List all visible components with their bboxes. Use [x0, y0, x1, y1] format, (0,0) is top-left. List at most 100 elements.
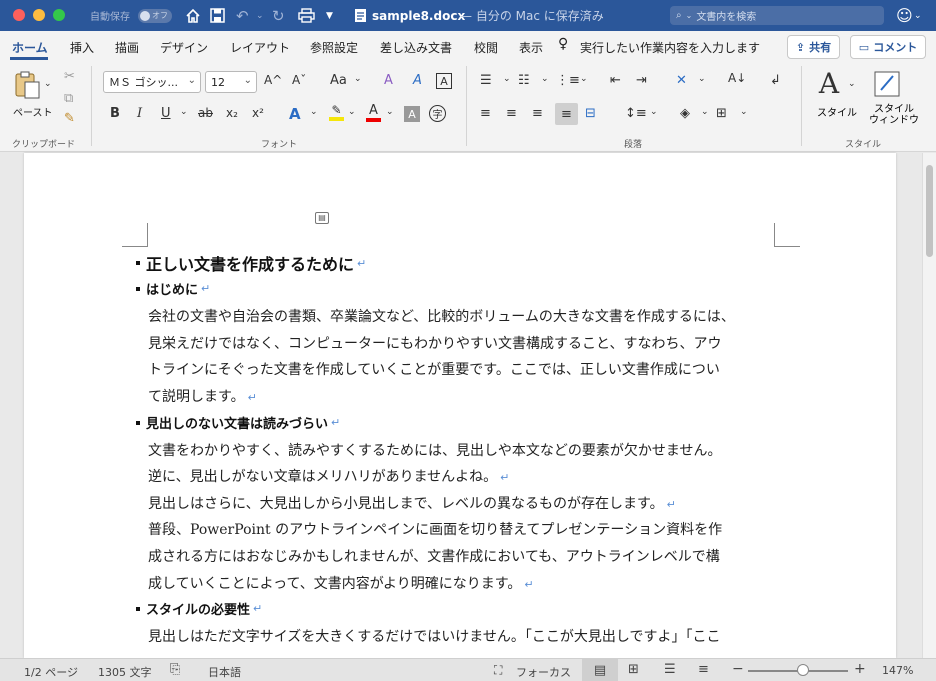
tab-review[interactable]: 校閲: [474, 39, 498, 56]
bold-icon[interactable]: B: [110, 106, 120, 121]
line-spacing-icon[interactable]: ↕≡: [625, 106, 647, 121]
format-painter-icon[interactable]: ✎: [64, 111, 75, 126]
redo-icon[interactable]: ↻: [272, 0, 285, 31]
draft-view-icon[interactable]: ≡: [698, 662, 709, 677]
zoom-out-icon[interactable]: −: [732, 661, 744, 677]
styles-dropdown-icon[interactable]: ⌄: [848, 79, 856, 89]
show-marks-icon[interactable]: ↲: [770, 73, 781, 88]
increase-indent-icon[interactable]: ⇥: [636, 73, 647, 88]
scrollbar-thumb[interactable]: [926, 165, 933, 257]
asian-layout-icon[interactable]: ✕: [676, 73, 687, 88]
change-case-dropdown-icon[interactable]: ⌄: [354, 74, 362, 84]
bullets-dropdown-icon[interactable]: ⌄: [503, 74, 511, 84]
text-effects-dropdown-icon[interactable]: ⌄: [310, 107, 318, 117]
cut-icon[interactable]: ✂: [64, 69, 75, 84]
borders-dropdown-icon[interactable]: ⌄: [740, 107, 748, 117]
copy-icon[interactable]: ⧉: [64, 91, 73, 106]
tab-draw[interactable]: 描画: [115, 39, 139, 56]
character-border-icon[interactable]: A: [436, 73, 452, 89]
phonetic-guide-icon[interactable]: A: [413, 73, 422, 88]
italic-icon[interactable]: I: [137, 106, 142, 121]
sort-icon[interactable]: A↓: [728, 71, 746, 85]
zoom-in-icon[interactable]: +: [854, 661, 866, 677]
tab-home[interactable]: ホーム: [12, 39, 48, 56]
bullets-icon[interactable]: ☰: [480, 73, 492, 88]
enclose-characters-icon[interactable]: 字: [429, 105, 446, 122]
paste-icon[interactable]: [12, 69, 42, 101]
strikethrough-icon[interactable]: ab: [198, 106, 213, 120]
highlight-icon[interactable]: ✎: [329, 103, 344, 121]
font-name-combo[interactable]: ＭＳ ゴシッ... ⌄: [103, 71, 201, 93]
undo-icon[interactable]: ↶: [236, 0, 249, 31]
customize-toolbar-icon[interactable]: ▼: [326, 0, 333, 31]
decrease-indent-icon[interactable]: ⇤: [610, 73, 621, 88]
line-spacing-dropdown-icon[interactable]: ⌄: [650, 107, 658, 117]
align-center-icon[interactable]: ≡: [506, 106, 517, 121]
language[interactable]: 日本語: [208, 664, 241, 680]
search-field[interactable]: ⌕ ⌄ 文書内を検索: [670, 6, 884, 25]
page-count[interactable]: 1/2 ページ: [24, 664, 78, 680]
multilevel-list-icon[interactable]: ⋮≡: [556, 73, 580, 88]
multilevel-list-dropdown-icon[interactable]: ⌄: [580, 74, 588, 84]
distributed-icon[interactable]: ⊟: [585, 106, 596, 121]
font-color-dropdown-icon[interactable]: ⌄: [386, 107, 394, 117]
word-count[interactable]: 1305 文字: [98, 664, 152, 680]
align-left-icon[interactable]: ≡: [480, 106, 491, 121]
proofing-icon[interactable]: ⎘: [170, 662, 180, 677]
tell-me-field[interactable]: 実行したい作業内容を入力します: [580, 39, 760, 56]
save-icon[interactable]: [210, 0, 225, 31]
tab-insert[interactable]: 挿入: [70, 39, 94, 56]
undo-dropdown-icon[interactable]: ⌄: [256, 0, 264, 31]
web-layout-view-icon[interactable]: ⊞: [628, 662, 639, 677]
paste-dropdown-icon[interactable]: ⌄: [44, 79, 52, 89]
tab-layout[interactable]: レイアウト: [230, 39, 290, 56]
search-dropdown-icon: ⌄: [685, 11, 693, 20]
tab-references[interactable]: 参照設定: [310, 39, 358, 56]
styles-gallery-icon[interactable]: A: [814, 67, 844, 100]
close-window-button[interactable]: [13, 9, 25, 21]
styles-pane-icon[interactable]: [872, 69, 902, 99]
clear-formatting-icon[interactable]: A: [384, 73, 393, 88]
borders-icon[interactable]: ⊞: [716, 106, 727, 121]
asian-layout-dropdown-icon[interactable]: ⌄: [698, 74, 706, 84]
focus-label[interactable]: フォーカス: [516, 664, 571, 680]
shading-icon[interactable]: ◈: [680, 106, 690, 121]
tab-mailings[interactable]: 差し込み文書: [380, 39, 452, 56]
grow-font-icon[interactable]: A^: [264, 73, 282, 87]
zoom-level[interactable]: 147%: [882, 664, 913, 677]
feedback-dropdown-icon[interactable]: ⌄: [914, 0, 922, 31]
character-shading-icon[interactable]: A: [404, 106, 420, 122]
minimize-window-button[interactable]: [33, 9, 45, 21]
tab-design[interactable]: デザイン: [160, 39, 208, 56]
numbering-dropdown-icon[interactable]: ⌄: [541, 74, 549, 84]
superscript-icon[interactable]: x²: [252, 106, 264, 120]
justify-icon[interactable]: ≡: [555, 103, 578, 125]
focus-icon[interactable]: ⛶: [494, 663, 502, 678]
comment-button[interactable]: ▭ コメント: [850, 35, 926, 59]
smiley-feedback-icon[interactable]: ☺: [896, 0, 913, 31]
font-size-combo[interactable]: 12 ⌄: [205, 71, 257, 93]
shrink-font-icon[interactable]: Aˇ: [292, 73, 306, 87]
numbering-icon[interactable]: ☷: [518, 73, 530, 88]
underline-icon[interactable]: U: [161, 106, 171, 121]
text-effects-icon[interactable]: A: [289, 105, 301, 123]
vertical-scrollbar[interactable]: [922, 153, 936, 658]
autosave-toggle[interactable]: オフ: [138, 9, 172, 23]
shading-dropdown-icon[interactable]: ⌄: [701, 107, 709, 117]
underline-dropdown-icon[interactable]: ⌄: [180, 107, 188, 117]
font-color-icon[interactable]: A: [366, 103, 381, 122]
layout-options-icon[interactable]: ▤: [315, 212, 329, 224]
outline-view-icon[interactable]: ☰: [664, 662, 676, 677]
change-case-icon[interactable]: Aa: [330, 73, 347, 88]
zoom-window-button[interactable]: [53, 9, 65, 21]
home-icon[interactable]: [185, 0, 201, 31]
document-page[interactable]: ▤ 正しい文書を作成するために ↵ はじめに ↵ 会社の文書や自治会の書類、卒業論文…: [24, 153, 896, 658]
zoom-slider-knob[interactable]: [797, 664, 809, 676]
subscript-icon[interactable]: x₂: [226, 106, 238, 120]
print-icon[interactable]: [298, 0, 315, 31]
share-button[interactable]: ⇪ 共有: [787, 35, 840, 59]
print-layout-view-icon[interactable]: ▤: [582, 659, 618, 681]
highlight-dropdown-icon[interactable]: ⌄: [348, 107, 356, 117]
align-right-icon[interactable]: ≡: [532, 106, 543, 121]
tab-view[interactable]: 表示: [519, 39, 543, 56]
